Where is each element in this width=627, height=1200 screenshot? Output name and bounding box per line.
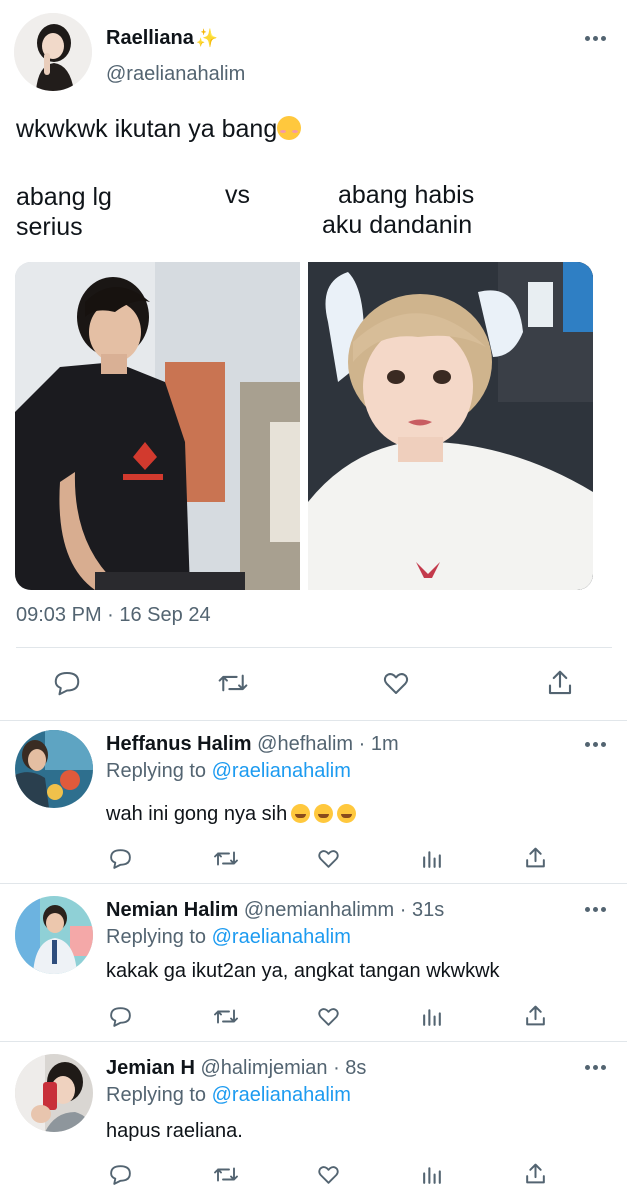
thread-divider [0, 720, 627, 721]
reply-author[interactable]: Nemian Halim @nemianhalimm · 31s [106, 899, 444, 922]
tweet-photo-left[interactable] [15, 262, 300, 590]
tweet-text-line: wkwkwk ikutan ya bang [16, 113, 302, 146]
more-icon[interactable] [585, 1065, 606, 1070]
left-caption-line2: serius [16, 213, 83, 241]
share-icon[interactable] [545, 667, 575, 699]
reply-meta: @halimjemian · 8s [200, 1057, 367, 1079]
like-icon[interactable] [315, 1162, 342, 1187]
like-icon[interactable] [380, 668, 412, 698]
author-name-text: Raelliana [106, 27, 194, 49]
avatar[interactable] [15, 730, 93, 808]
more-icon[interactable] [585, 36, 606, 41]
reply-tweet[interactable]: Jemian H @halimjemian · 8s Replying to @… [0, 1043, 627, 1200]
left-caption-line1: abang lg [16, 183, 112, 211]
tweet-photo-right[interactable] [308, 262, 593, 590]
reply-tweet[interactable]: Heffanus Halim @hefhalim · 1m Replying t… [0, 722, 627, 882]
author-name[interactable]: Raelliana ✨ [106, 27, 218, 50]
share-icon[interactable] [523, 1161, 548, 1187]
avatar[interactable] [15, 1054, 93, 1132]
replying-to: Replying to @raelianahalim [106, 760, 351, 783]
replying-mention[interactable]: @raelianahalim [212, 760, 351, 782]
retweet-icon[interactable] [212, 846, 240, 871]
reply-author-name: Jemian H [106, 1057, 195, 1079]
vs-text: vs [225, 181, 250, 209]
reply-author[interactable]: Jemian H @halimjemian · 8s [106, 1057, 366, 1080]
retweet-icon[interactable] [212, 1004, 240, 1029]
reply-divider [0, 883, 627, 884]
more-icon[interactable] [585, 907, 606, 912]
replying-prefix: Replying to [106, 760, 207, 782]
reply-tweet[interactable]: Nemian Halim @nemianhalimm · 31s Replyin… [0, 885, 627, 1040]
share-icon[interactable] [523, 845, 548, 871]
retweet-icon[interactable] [216, 668, 250, 698]
divider [16, 647, 612, 648]
replying-mention[interactable]: @raelianahalim [212, 926, 351, 948]
tweet-timestamp[interactable]: 09:03 PM · 16 Sep 24 [16, 604, 211, 627]
replying-to: Replying to @raelianahalim [106, 926, 351, 949]
reply-author-name: Heffanus Halim [106, 733, 252, 755]
share-icon[interactable] [523, 1003, 548, 1029]
analytics-icon[interactable] [420, 1004, 445, 1029]
reply-author-name: Nemian Halim [106, 899, 239, 921]
right-caption-line1: abang habis [338, 181, 475, 209]
reply-text: wah ini gong nya sih [106, 803, 357, 826]
more-icon[interactable] [585, 742, 606, 747]
replying-prefix: Replying to [106, 926, 207, 948]
reply-divider [0, 1041, 627, 1042]
reply-icon[interactable] [108, 1162, 133, 1187]
like-icon[interactable] [315, 1004, 342, 1029]
reply-author[interactable]: Heffanus Halim @hefhalim · 1m [106, 733, 399, 756]
reply-icon[interactable] [108, 846, 133, 871]
analytics-icon[interactable] [420, 1162, 445, 1187]
reply-icon[interactable] [108, 1004, 133, 1029]
reply-icon[interactable] [52, 668, 82, 698]
analytics-icon[interactable] [420, 846, 445, 871]
sparkle-icon: ✨ [195, 28, 219, 48]
reply-text-content: wah ini gong nya sih [106, 803, 288, 825]
tweet-text-line1: wkwkwk ikutan ya bang [16, 115, 278, 143]
reply-text: kakak ga ikut2an ya, angkat tangan wkwkw… [106, 960, 500, 982]
main-tweet: Raelliana ✨ @raelianahalim wkwkwk ikutan … [0, 0, 627, 722]
reply-meta: @hefhalim · 1m [257, 733, 399, 755]
replying-to: Replying to @raelianahalim [106, 1084, 351, 1107]
author-handle[interactable]: @raelianahalim [106, 63, 245, 86]
reply-text: hapus raeliana. [106, 1120, 243, 1142]
retweet-icon[interactable] [212, 1162, 240, 1187]
replying-mention[interactable]: @raelianahalim [212, 1084, 351, 1106]
rofl-emoji-icon [314, 804, 334, 823]
avatar[interactable] [15, 896, 93, 974]
like-icon[interactable] [315, 846, 342, 871]
reply-meta: @nemianhalimm · 31s [243, 899, 445, 921]
rofl-emoji-icon [291, 804, 311, 823]
author-avatar[interactable] [14, 13, 92, 91]
blush-emoji-icon [277, 116, 302, 140]
right-caption-line2: aku dandanin [322, 211, 473, 239]
rofl-emoji-icon [337, 804, 357, 823]
replying-prefix: Replying to [106, 1084, 207, 1106]
